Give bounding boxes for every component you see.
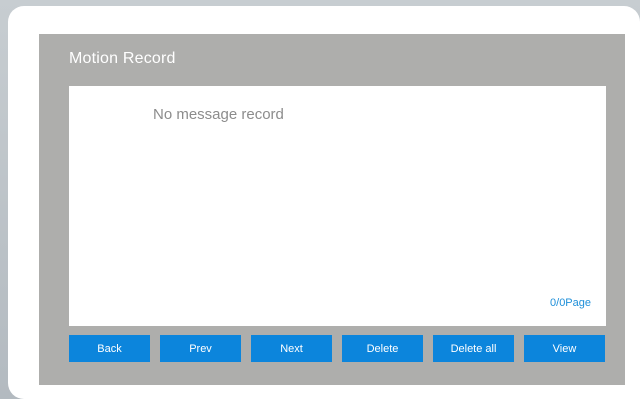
record-list-panel: No message record 0/0Page (69, 86, 606, 326)
next-button[interactable]: Next (251, 335, 332, 362)
empty-message: No message record (153, 106, 284, 123)
back-button[interactable]: Back (69, 335, 150, 362)
page-indicator: 0/0Page (550, 297, 591, 309)
delete-button[interactable]: Delete (342, 335, 423, 362)
device-frame: Motion Record No message record 0/0Page … (8, 6, 640, 399)
prev-button[interactable]: Prev (160, 335, 241, 362)
motion-record-screen: Motion Record No message record 0/0Page … (39, 34, 625, 385)
view-button[interactable]: View (524, 335, 605, 362)
page-title: Motion Record (69, 50, 176, 67)
delete-all-button[interactable]: Delete all (433, 335, 514, 362)
